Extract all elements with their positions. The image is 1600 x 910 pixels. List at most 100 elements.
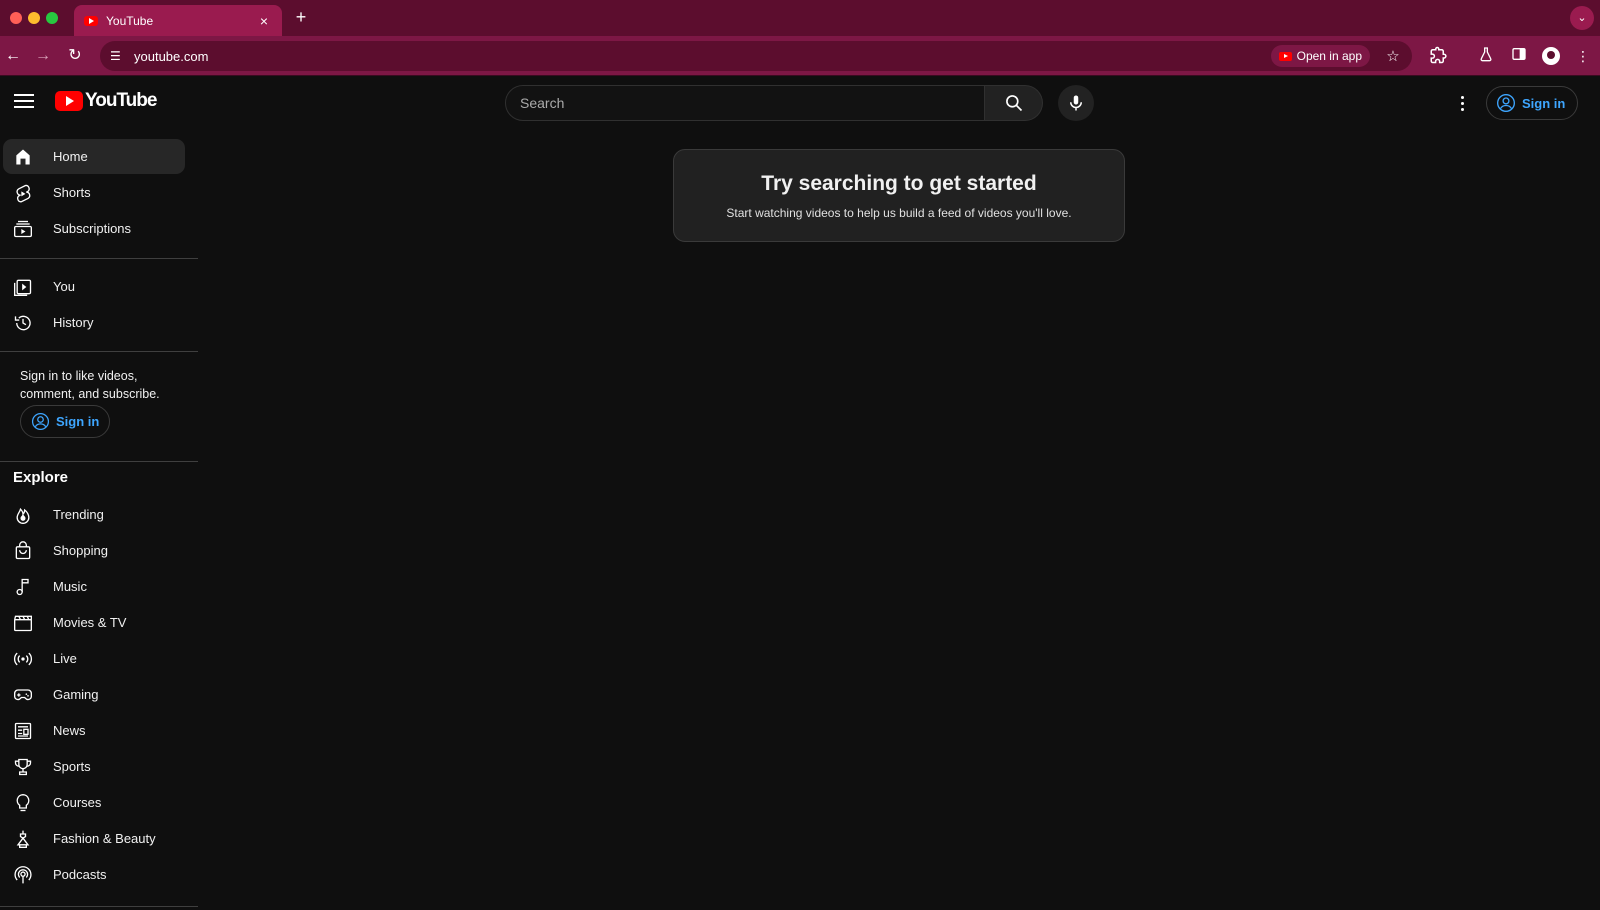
youtube-mini-icon [1278, 51, 1292, 61]
sidebar-item-label: Music [53, 579, 87, 594]
newspaper-icon [14, 722, 32, 739]
account-circle-icon [1497, 94, 1515, 112]
sidebar-item-sports[interactable]: Sports [3, 749, 185, 784]
sidebar-item-shopping[interactable]: Shopping [3, 533, 185, 568]
sidebar-item-label: Fashion & Beauty [53, 831, 156, 846]
youtube-header: YouTube Sign in [0, 77, 1600, 129]
tab-search-chevron-icon[interactable]: ⌄ [1570, 6, 1594, 30]
you-icon [14, 279, 32, 296]
youtube-logo[interactable]: YouTube [55, 90, 157, 112]
search-button[interactable] [985, 85, 1043, 121]
shorts-icon [16, 184, 31, 202]
tab-title: YouTube [106, 13, 154, 28]
new-tab-button[interactable]: + [290, 7, 312, 29]
site-settings-icon[interactable]: ☰ [110, 49, 128, 63]
open-in-app-button[interactable]: Open in app [1270, 45, 1370, 67]
sidebar-item-label: Sports [53, 759, 91, 774]
sidebar-item-label: Shopping [53, 543, 108, 558]
youtube-logo-text: YouTube [85, 90, 157, 111]
live-broadcast-icon [13, 652, 33, 665]
voice-search-button[interactable] [1058, 85, 1094, 121]
browser-menu-icon[interactable]: ⋮ [1573, 46, 1593, 66]
sidebar: Home Shorts Subscriptions You History Si… [0, 129, 198, 910]
address-bar[interactable]: ☰ youtube.com Open in app ☆ [100, 41, 1412, 71]
sidebar-item-label: Gaming [53, 687, 99, 702]
window-minimize-button[interactable] [28, 12, 40, 24]
open-in-app-label: Open in app [1296, 49, 1362, 63]
empty-feed-card: Try searching to get started Start watch… [673, 149, 1125, 242]
sidebar-sign-in-prompt: Sign in to like videos, comment, and sub… [20, 369, 160, 401]
sidebar-item-trending[interactable]: Trending [3, 497, 185, 532]
sidebar-item-gaming[interactable]: Gaming [3, 677, 185, 712]
sidebar-sign-in-label: Sign in [56, 414, 100, 429]
gamepad-icon [14, 688, 32, 700]
youtube-favicon-icon [84, 15, 98, 26]
profile-avatar-icon[interactable] [1541, 46, 1561, 66]
sidebar-item-courses[interactable]: Courses [3, 785, 185, 820]
clapperboard-icon [14, 615, 32, 631]
sidebar-divider [0, 258, 198, 259]
menu-hamburger-icon[interactable] [14, 94, 34, 108]
window-close-button[interactable] [10, 12, 22, 24]
sidebar-item-news[interactable]: News [3, 713, 185, 748]
forward-arrow-icon[interactable]: → [32, 45, 54, 67]
sidebar-item-label: Trending [53, 507, 104, 522]
account-circle-icon [31, 412, 50, 431]
empty-feed-title: Try searching to get started [761, 172, 1037, 195]
sidebar-item-label: History [53, 315, 94, 330]
trophy-icon [14, 758, 32, 775]
window-zoom-button[interactable] [46, 12, 58, 24]
subscriptions-icon [14, 220, 32, 237]
header-sign-in-label: Sign in [1522, 95, 1566, 111]
sidebar-item-subscriptions[interactable]: Subscriptions [3, 211, 185, 246]
settings-more-icon[interactable] [1450, 91, 1474, 115]
back-arrow-icon[interactable]: ← [2, 45, 24, 67]
extensions-puzzle-icon[interactable] [1428, 46, 1448, 66]
reload-icon[interactable]: ↻ [64, 45, 86, 67]
search-box[interactable] [505, 85, 985, 121]
sidebar-item-live[interactable]: Live [3, 641, 185, 676]
sidebar-item-movies-tv[interactable]: Movies & TV [3, 605, 185, 640]
labs-flask-icon[interactable] [1476, 46, 1496, 66]
home-icon [16, 149, 30, 164]
sidebar-item-label: Podcasts [53, 867, 107, 882]
sidebar-item-fashion-beauty[interactable]: Fashion & Beauty [3, 821, 185, 856]
music-note-icon [16, 578, 29, 595]
sidebar-item-label: Shorts [53, 185, 91, 200]
browser-tab-strip: YouTube × + ⌄ [0, 0, 1600, 36]
address-url[interactable]: youtube.com [134, 49, 1271, 64]
hanger-icon [16, 830, 30, 848]
bookmark-star-icon[interactable]: ☆ [1380, 47, 1406, 65]
sidebar-item-label: Live [53, 651, 77, 666]
empty-feed-subtitle: Start watching videos to help us build a… [726, 206, 1072, 220]
youtube-play-logo-icon [55, 91, 83, 111]
sidebar-item-label: Movies & TV [53, 615, 127, 630]
sidebar-divider [0, 461, 198, 462]
shopping-bag-icon [15, 540, 31, 559]
podcast-icon [14, 865, 32, 883]
sidebar-item-history[interactable]: History [3, 305, 185, 340]
sidebar-sign-in-button[interactable]: Sign in [20, 405, 110, 438]
sidebar-item-podcasts[interactable]: Podcasts [3, 857, 185, 892]
sidebar-item-label: Courses [53, 795, 102, 810]
header-sign-in-button[interactable]: Sign in [1486, 86, 1579, 120]
trending-icon [16, 507, 30, 524]
tab-close-icon[interactable]: × [256, 13, 272, 29]
sidebar-item-you[interactable]: You [3, 269, 185, 304]
sidebar-divider [0, 906, 198, 907]
search-input[interactable] [520, 95, 984, 111]
microphone-icon [1070, 95, 1082, 111]
side-panel-icon[interactable] [1509, 46, 1529, 66]
browser-toolbar: ← → ↻ ☰ youtube.com Open in app ☆ ⋮ [0, 36, 1600, 76]
sidebar-item-label: News [53, 723, 86, 738]
sidebar-item-home[interactable]: Home [3, 139, 185, 174]
sidebar-divider [0, 351, 198, 352]
history-icon [14, 315, 31, 330]
sidebar-item-label: You [53, 279, 75, 294]
sidebar-item-shorts[interactable]: Shorts [3, 175, 185, 210]
sidebar-item-music[interactable]: Music [3, 569, 185, 604]
sidebar-item-label: Subscriptions [53, 221, 132, 236]
search-icon [1005, 95, 1022, 112]
browser-tab-youtube[interactable]: YouTube × [74, 5, 282, 36]
explore-heading: Explore [13, 469, 69, 486]
